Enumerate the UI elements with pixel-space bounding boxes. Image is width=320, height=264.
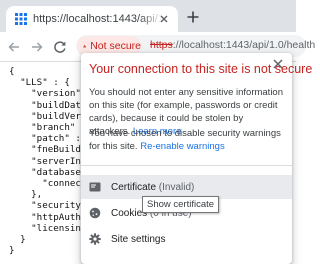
tab-title: https://localhost:1443/api/1.0/healthz [33,13,163,25]
url-rest: ://localhost:1443/api/1.0/health [173,39,315,51]
popup-divider [81,165,292,166]
tab-strip: https://localhost:1443/api/1.0/healthz [0,0,296,32]
warning-triangle-icon [83,41,86,51]
popup-title: Your connection to this site is not secu… [89,62,277,76]
certificate-status: (Invalid) [159,182,195,193]
certificate-label: Certificate (Invalid) [111,182,194,193]
json-line: } [9,234,26,245]
url-scheme: https [150,39,173,51]
json-line: { [9,66,15,77]
json-line: "licensing [9,223,86,234]
json-line: "buildDate [9,100,86,111]
site-settings-row[interactable]: Site settings [81,227,292,251]
certificate-icon [89,181,101,193]
show-certificate-tooltip: Show certificate [142,196,219,213]
reload-icon[interactable] [52,39,68,55]
json-line: } [9,245,15,256]
browser-tab[interactable]: https://localhost:1443/api/1.0/healthz [6,6,178,32]
cookie-icon [89,207,101,219]
security-chip-label: Not secure [90,40,141,52]
json-line: "database" [9,167,86,178]
popup-disabled-paragraph: You have chosen to disable security warn… [89,127,285,153]
reenable-warnings-link[interactable]: Re-enable warnings [140,141,225,152]
close-icon[interactable] [272,58,284,70]
json-line: "connect [9,178,86,189]
site-info-popup: Your connection to this site is not secu… [81,53,292,264]
json-line: "httpAuth" [9,212,86,223]
json-line: "fneBuildV [9,144,86,155]
json-line: "patch" : [9,133,81,144]
json-line: "version" [9,88,81,99]
close-icon[interactable] [157,12,171,26]
json-line: "LLS" : { [9,77,70,88]
json-line: "buildVers [9,111,86,122]
json-line: "security" [9,200,86,211]
arrow-right-icon[interactable] [29,39,45,55]
json-line: "branch" : [9,122,86,133]
json-line: "serverIns [9,156,86,167]
gear-icon [89,233,101,245]
site-settings-label: Site settings [111,234,165,245]
arrow-left-icon[interactable] [6,39,22,55]
certificate-label-text: Certificate [111,182,156,193]
grid-favicon-icon [15,13,27,25]
json-response-body: { "LLS" : { "version" "buildDate "buildV… [9,66,86,256]
url-text[interactable]: https://localhost:1443/api/1.0/health [150,39,315,51]
json-line: }, [9,189,42,200]
plus-icon[interactable] [186,10,200,24]
